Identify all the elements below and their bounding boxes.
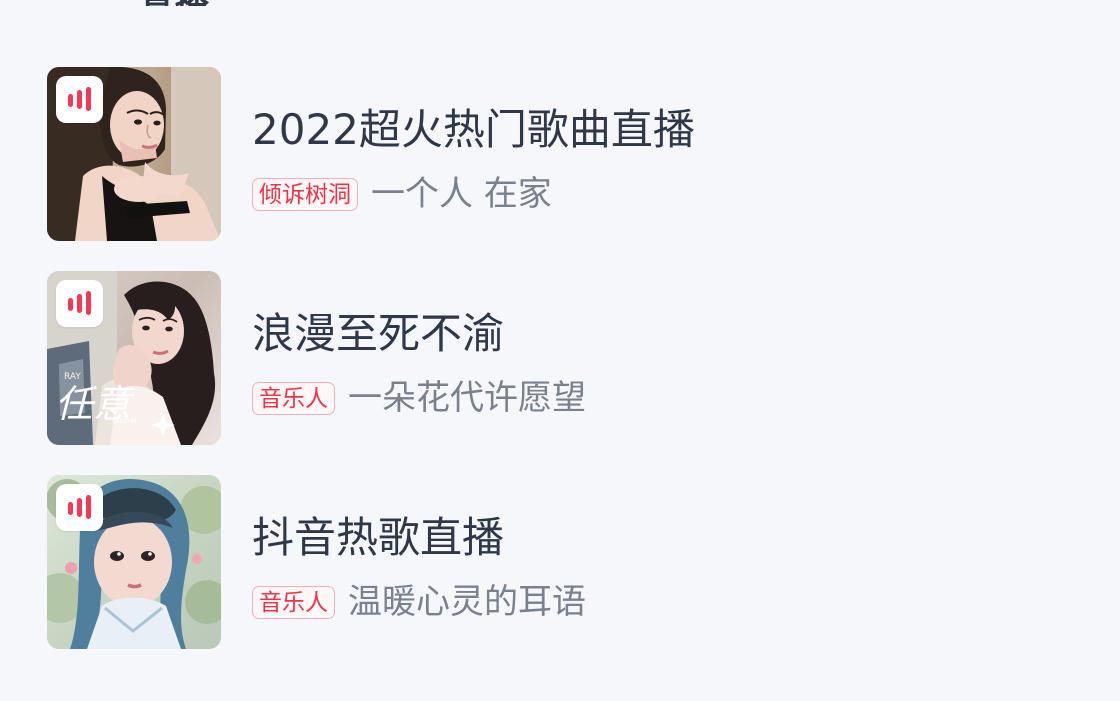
live-audio-icon <box>56 484 103 531</box>
live-room-meta: 音乐人 一朵花代许愿望 <box>252 379 586 417</box>
section-title-fragment: 直播 <box>140 0 210 6</box>
category-tag: 音乐人 <box>252 585 335 619</box>
live-room-list: 2022超火热门歌曲直播 倾诉树洞 一个人 在家 RAY 任意 DOUYIN 浪… <box>47 67 1097 679</box>
live-room-item-1[interactable]: 2022超火热门歌曲直播 倾诉树洞 一个人 在家 <box>47 67 1097 241</box>
live-room-meta: 音乐人 温暖心灵的耳语 <box>252 583 586 621</box>
live-room-cover-2[interactable]: RAY 任意 DOUYIN <box>47 271 221 445</box>
live-room-title[interactable]: 浪漫至死不渝 <box>252 310 504 358</box>
live-room-description: 一个人 在家 <box>371 174 552 214</box>
live-room-item-2[interactable]: RAY 任意 DOUYIN 浪漫至死不渝 音乐人 一朵花代许愿望 <box>47 271 1097 445</box>
live-room-title[interactable]: 2022超火热门歌曲直播 <box>252 106 695 154</box>
live-audio-icon <box>56 280 103 327</box>
live-room-title[interactable]: 抖音热歌直播 <box>252 514 504 562</box>
live-room-meta: 倾诉树洞 一个人 在家 <box>252 175 552 213</box>
category-tag: 音乐人 <box>252 381 335 415</box>
live-room-description: 温暖心灵的耳语 <box>348 582 586 622</box>
svg-text:RAY: RAY <box>64 372 81 382</box>
svg-text:DOUYIN: DOUYIN <box>113 418 137 425</box>
live-room-description: 一朵花代许愿望 <box>348 378 586 418</box>
live-room-cover-1[interactable] <box>47 67 221 241</box>
live-room-cover-3[interactable] <box>47 475 221 649</box>
category-tag: 倾诉树洞 <box>252 177 358 211</box>
live-room-item-3[interactable]: 抖音热歌直播 音乐人 温暖心灵的耳语 <box>47 475 1097 649</box>
live-audio-icon <box>56 76 103 123</box>
